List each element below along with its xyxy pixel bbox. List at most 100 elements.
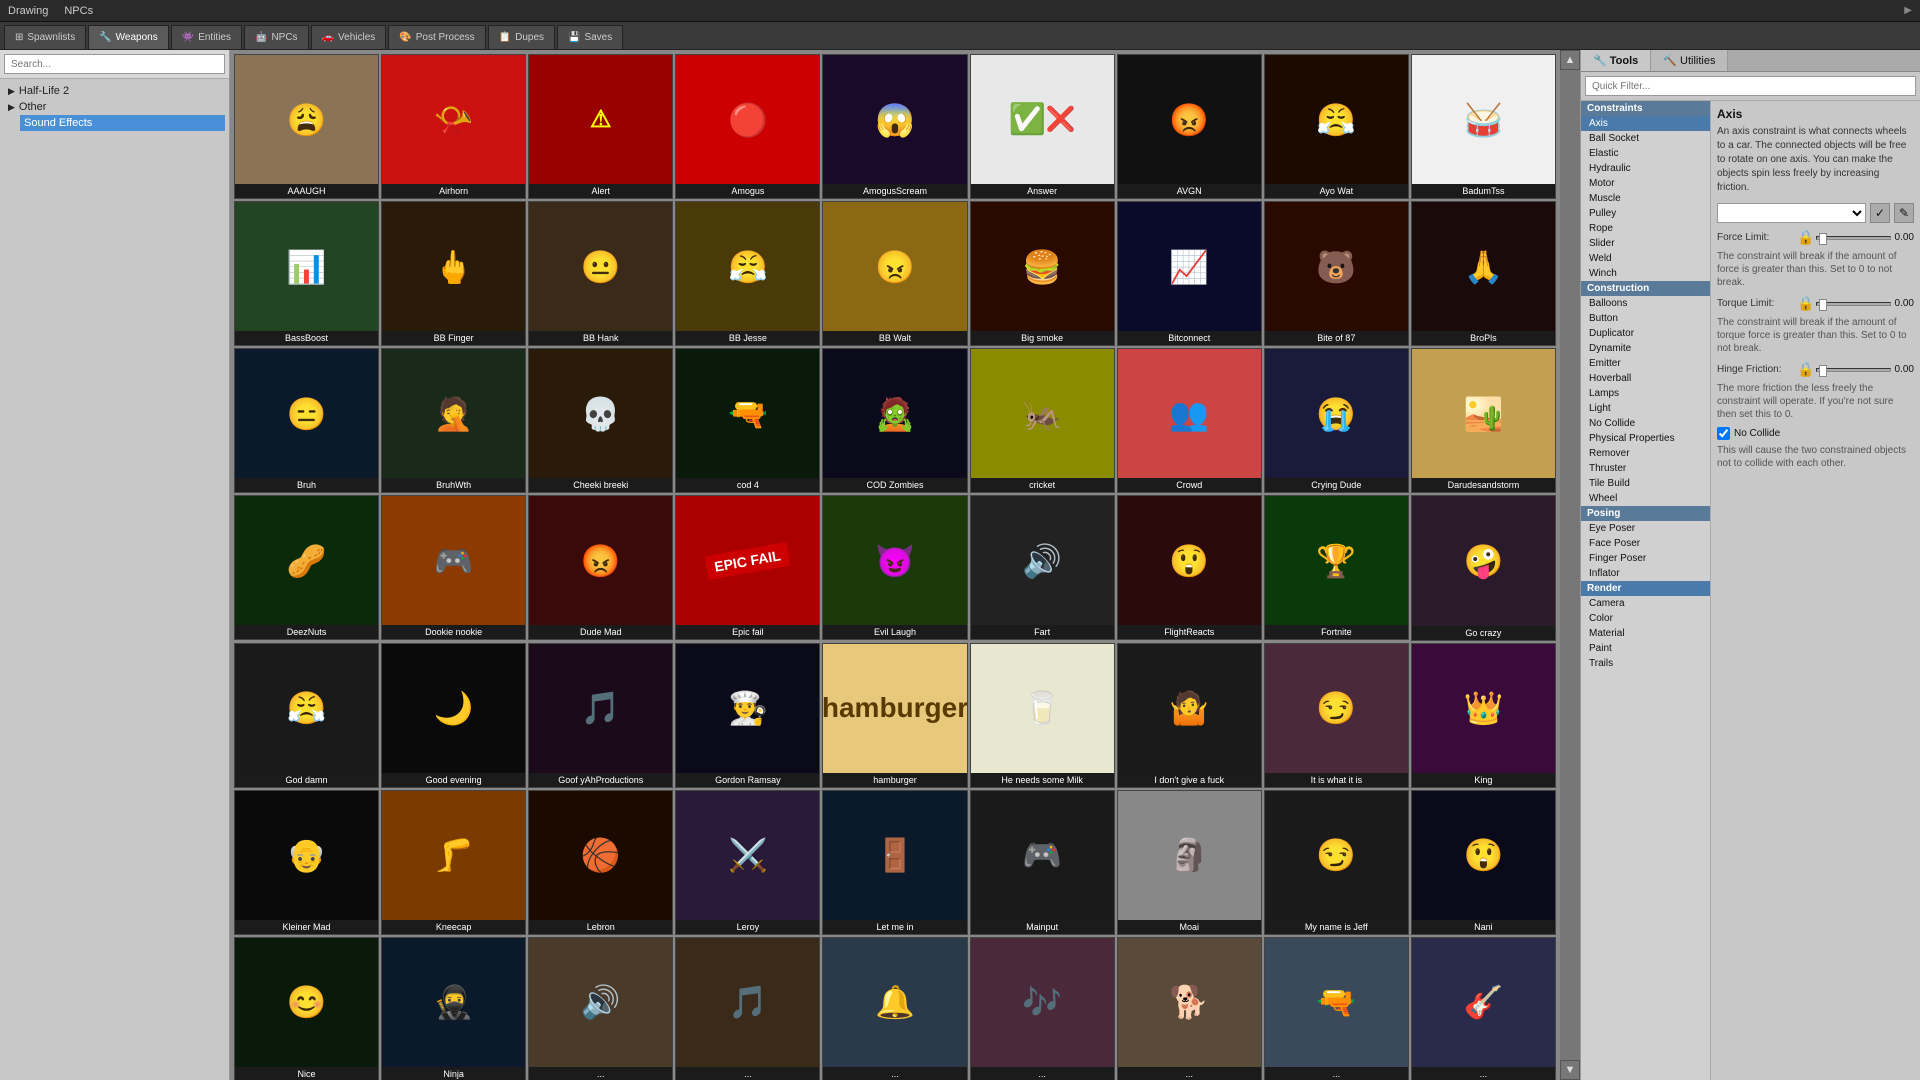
- sound-item[interactable]: 🚪Let me in: [822, 790, 967, 935]
- tab-npcs[interactable]: 🤖 NPCs: [244, 25, 309, 49]
- sound-item[interactable]: 👨‍🍳Gordon Ramsay: [675, 643, 820, 788]
- tool-ballsocket[interactable]: Ball Socket: [1581, 131, 1710, 146]
- sound-item[interactable]: 😡AVGN: [1117, 54, 1262, 199]
- tool-color[interactable]: Color: [1581, 611, 1710, 626]
- tool-weld[interactable]: Weld: [1581, 251, 1710, 266]
- sound-item[interactable]: 🔊...: [528, 937, 673, 1080]
- sound-item[interactable]: 🌙Good evening: [381, 643, 526, 788]
- sound-item[interactable]: 👴Kleiner Mad: [234, 790, 379, 935]
- sound-grid-scroll[interactable]: 😩AAAUGH📯Airhorn⚠Alert🔴Amogus😱AmogusScrea…: [230, 50, 1560, 1080]
- tool-eyeposer[interactable]: Eye Poser: [1581, 521, 1710, 536]
- tool-hoverball[interactable]: Hoverball: [1581, 371, 1710, 386]
- tool-elastic[interactable]: Elastic: [1581, 146, 1710, 161]
- sound-item[interactable]: 🧟COD Zombies: [822, 348, 967, 493]
- tool-lamps[interactable]: Lamps: [1581, 386, 1710, 401]
- scroll-up-arrow[interactable]: ▲: [1560, 50, 1580, 70]
- no-collide-checkbox[interactable]: [1717, 427, 1730, 440]
- grid-scrollbar[interactable]: ▲ ▼: [1560, 50, 1580, 1080]
- tools-tab-utilities[interactable]: 🔨 Utilities: [1651, 50, 1728, 71]
- sound-item[interactable]: 😈Evil Laugh: [822, 495, 967, 640]
- sound-item[interactable]: 👥Crowd: [1117, 348, 1262, 493]
- sound-item[interactable]: 😱AmogusScream: [822, 54, 967, 199]
- sound-item[interactable]: 😤BB Jesse: [675, 201, 820, 346]
- sound-item[interactable]: EPIC FAILEpic fail: [675, 495, 820, 640]
- sound-item[interactable]: 🎮Dookie nookie: [381, 495, 526, 640]
- sound-item[interactable]: 🔊Fart: [970, 495, 1115, 640]
- sound-item[interactable]: ✅❌Answer: [970, 54, 1115, 199]
- tool-trails[interactable]: Trails: [1581, 656, 1710, 671]
- tab-weapons[interactable]: 🔧 Weapons: [88, 25, 169, 49]
- tree-item-sound-effects[interactable]: Sound Effects: [20, 115, 225, 131]
- tool-motor[interactable]: Motor: [1581, 176, 1710, 191]
- tool-pulley[interactable]: Pulley: [1581, 206, 1710, 221]
- sound-item[interactable]: 🐕...: [1117, 937, 1262, 1080]
- sound-item[interactable]: 🥛He needs some Milk: [970, 643, 1115, 788]
- tool-preset-dropdown[interactable]: [1717, 203, 1866, 223]
- tools-tab-tools[interactable]: 🔧 Tools: [1581, 50, 1651, 71]
- sound-item[interactable]: 😤God damn: [234, 643, 379, 788]
- tool-duplicator[interactable]: Duplicator: [1581, 326, 1710, 341]
- tool-balloons[interactable]: Balloons: [1581, 296, 1710, 311]
- sound-item[interactable]: 🍔Big smoke: [970, 201, 1115, 346]
- tab-vehicles[interactable]: 🚗 Vehicles: [311, 25, 387, 49]
- sound-item[interactable]: 🤦BruhWth: [381, 348, 526, 493]
- sound-item[interactable]: 😏My name is Jeff: [1264, 790, 1409, 935]
- tab-spawnlists[interactable]: ⊞ Spawnlists: [4, 25, 86, 49]
- sound-item[interactable]: 🙏BroPls: [1411, 201, 1556, 346]
- tool-preset-edit-btn[interactable]: ✎: [1894, 203, 1914, 223]
- sound-item[interactable]: 🦗cricket: [970, 348, 1115, 493]
- sound-item[interactable]: 🗿Moai: [1117, 790, 1262, 935]
- sound-item[interactable]: 🎵Goof yAhProductions: [528, 643, 673, 788]
- sound-item[interactable]: 🔔...: [822, 937, 967, 1080]
- sound-item[interactable]: 😲FlightReacts: [1117, 495, 1262, 640]
- sound-item[interactable]: ⚠Alert: [528, 54, 673, 199]
- sound-item[interactable]: 😲Nani: [1411, 790, 1556, 935]
- tool-hydraulic[interactable]: Hydraulic: [1581, 161, 1710, 176]
- sound-item[interactable]: 🤪Go crazy: [1411, 495, 1556, 640]
- tool-axis[interactable]: Axis: [1581, 116, 1710, 131]
- tool-faceposer[interactable]: Face Poser: [1581, 536, 1710, 551]
- tab-saves[interactable]: 💾 Saves: [557, 25, 623, 49]
- sound-item[interactable]: 🖕BB Finger: [381, 201, 526, 346]
- menu-npcs[interactable]: NPCs: [64, 5, 93, 17]
- torque-limit-slider[interactable]: [1816, 302, 1890, 306]
- sound-item[interactable]: 🔫cod 4: [675, 348, 820, 493]
- tool-thruster[interactable]: Thruster: [1581, 461, 1710, 476]
- sound-item[interactable]: 🏆Fortnite: [1264, 495, 1409, 640]
- sound-item[interactable]: 🥜DeezNuts: [234, 495, 379, 640]
- force-limit-slider[interactable]: [1816, 236, 1890, 240]
- tool-wheel[interactable]: Wheel: [1581, 491, 1710, 506]
- tool-material[interactable]: Material: [1581, 626, 1710, 641]
- tool-paint[interactable]: Paint: [1581, 641, 1710, 656]
- sound-item[interactable]: 🔫...: [1264, 937, 1409, 1080]
- quick-filter-input[interactable]: [1585, 76, 1916, 96]
- tool-slider[interactable]: Slider: [1581, 236, 1710, 251]
- tool-button[interactable]: Button: [1581, 311, 1710, 326]
- tab-postprocess[interactable]: 🎨 Post Process: [388, 25, 485, 49]
- sound-item[interactable]: 💀Cheeki breeki: [528, 348, 673, 493]
- tool-camera[interactable]: Camera: [1581, 596, 1710, 611]
- tab-entities[interactable]: 👾 Entities: [171, 25, 242, 49]
- sound-item[interactable]: 😩AAAUGH: [234, 54, 379, 199]
- sound-item[interactable]: 🏀Lebron: [528, 790, 673, 935]
- tool-inflator[interactable]: Inflator: [1581, 566, 1710, 581]
- sound-item[interactable]: 😭Crying Dude: [1264, 348, 1409, 493]
- sound-item[interactable]: 🐻Bite of 87: [1264, 201, 1409, 346]
- sound-item[interactable]: 😠BB Walt: [822, 201, 967, 346]
- sound-item[interactable]: 🥷Ninja: [381, 937, 526, 1080]
- tool-preset-confirm-btn[interactable]: ✓: [1870, 203, 1890, 223]
- sound-item[interactable]: 🦵Kneecap: [381, 790, 526, 935]
- tool-physical-props[interactable]: Physical Properties: [1581, 431, 1710, 446]
- tree-item-other[interactable]: ▶ Other: [4, 99, 225, 115]
- menu-drawing[interactable]: Drawing: [8, 5, 48, 17]
- tool-rope[interactable]: Rope: [1581, 221, 1710, 236]
- tab-dupes[interactable]: 📋 Dupes: [488, 25, 555, 49]
- tool-muscle[interactable]: Muscle: [1581, 191, 1710, 206]
- sound-item[interactable]: 🏜️Darudesandstorm: [1411, 348, 1556, 493]
- tool-dynamite[interactable]: Dynamite: [1581, 341, 1710, 356]
- sound-item[interactable]: 😊Nice: [234, 937, 379, 1080]
- sound-item[interactable]: 😤Ayo Wat: [1264, 54, 1409, 199]
- sound-item[interactable]: 😐BB Hank: [528, 201, 673, 346]
- sound-item[interactable]: ⚔️Leroy: [675, 790, 820, 935]
- scroll-down-arrow[interactable]: ▼: [1560, 1060, 1580, 1080]
